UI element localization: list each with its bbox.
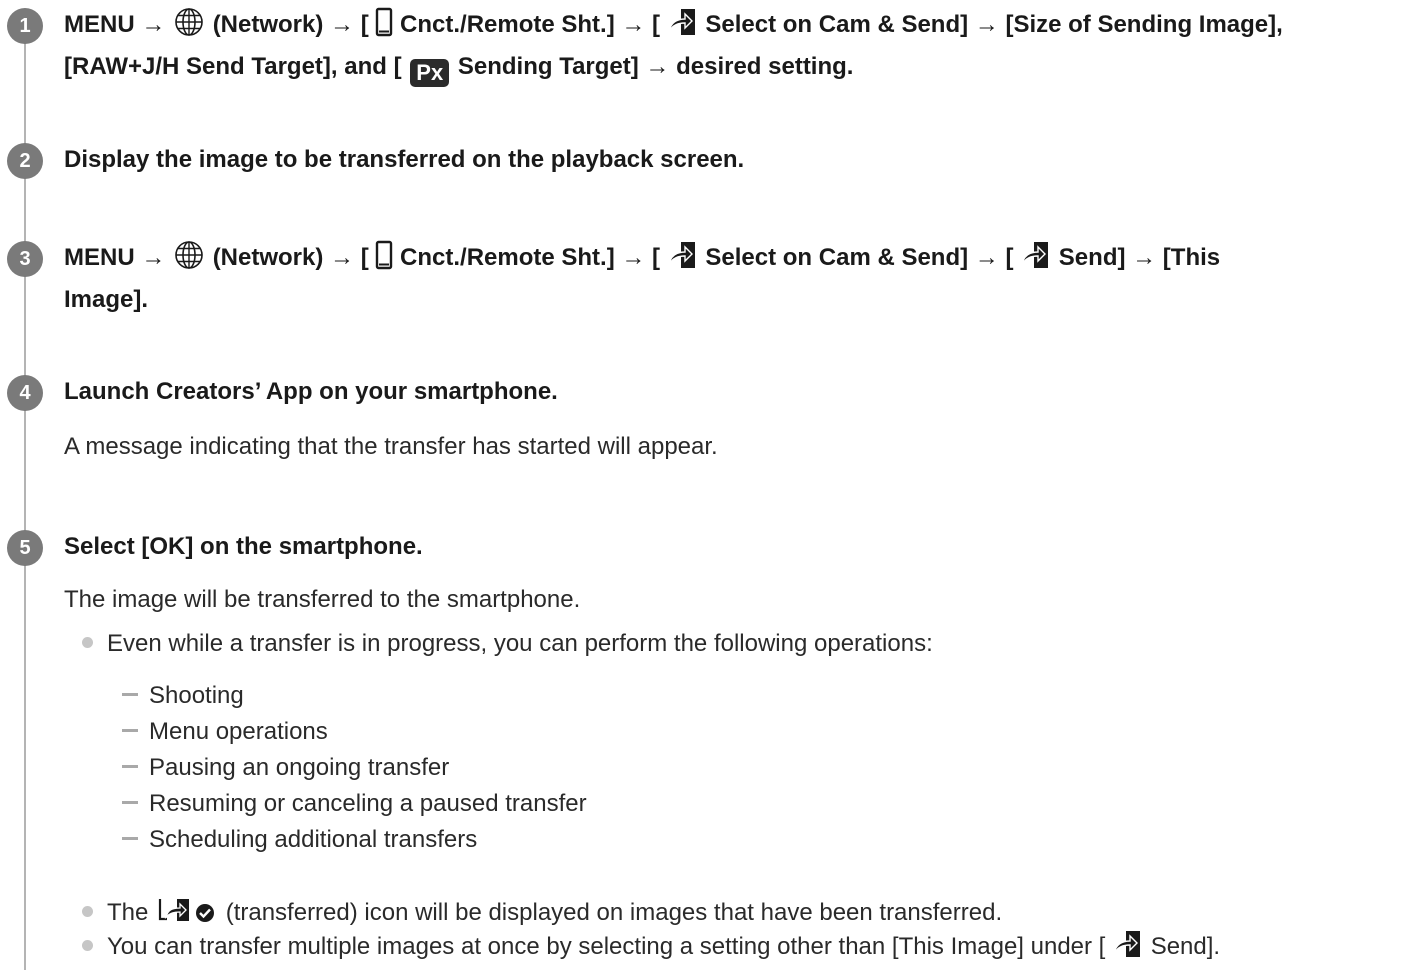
sub-list-item: Resuming or canceling a paused transfer [122, 789, 587, 819]
dash-icon [122, 765, 138, 768]
step-heading: MENU → (Network) → [ Cnct./Remote Sht.] … [64, 239, 1393, 318]
send-to-smartphone-icon [1112, 929, 1144, 967]
heading-text: (Network) → [ [212, 244, 369, 271]
heading-text: Sending Target] → desired setting. [457, 53, 854, 80]
sub-item-text: Resuming or canceling a paused transfer [149, 790, 587, 817]
globe-icon [172, 240, 206, 281]
step-heading: Display the image to be transferred on t… [64, 146, 745, 173]
dash-icon [122, 837, 138, 840]
sub-item-text: Shooting [149, 682, 244, 709]
send-to-smartphone-icon [1020, 240, 1052, 281]
bullet-dot-icon [82, 906, 93, 917]
step-heading: Launch Creators’ App on your smartphone. [64, 378, 558, 405]
heading-text: Cnct./Remote Sht.] → [ [400, 244, 661, 271]
bullet-text: (transferred) icon will be displayed on … [225, 899, 1003, 926]
heading-text: Image]. [64, 286, 149, 313]
sub-list-item: Pausing an ongoing transfer [122, 753, 449, 783]
send-to-smartphone-icon [667, 240, 699, 281]
bullet-dot-icon [82, 637, 93, 648]
step-number-badge: 2 [7, 143, 43, 179]
step-number-badge: 5 [7, 530, 43, 566]
bullet-text: Even while a transfer is in progress, yo… [107, 630, 933, 657]
send-to-smartphone-icon [667, 7, 699, 48]
bullet-text: You can transfer multiple images at once… [107, 933, 1106, 960]
sub-list-item: Scheduling additional transfers [122, 825, 477, 855]
heading-text: Select on Cam & Send] → [Size of Sending… [705, 11, 1283, 38]
px-badge-icon: Px [410, 59, 450, 87]
smartphone-icon [375, 7, 393, 48]
dash-icon [122, 693, 138, 696]
heading-text: Cnct./Remote Sht.] → [ [400, 11, 661, 38]
smartphone-icon [375, 240, 393, 281]
step-description: A message indicating that the transfer h… [64, 433, 718, 460]
bullet-text: The [107, 899, 149, 926]
transferred-check-icon [155, 895, 219, 933]
step-heading: Select [OK] on the smartphone. [64, 533, 423, 560]
heading-text: (Network) → [ [212, 11, 369, 38]
heading-text: [RAW+J/H Send Target], and [ [64, 53, 402, 80]
dash-icon [122, 801, 138, 804]
heading-text: Select on Cam & Send] → [ [705, 244, 1014, 271]
sub-list-item: Shooting [122, 681, 244, 711]
sub-item-text: Pausing an ongoing transfer [149, 754, 450, 781]
heading-text: Send] → [This [1058, 244, 1221, 271]
globe-icon [172, 7, 206, 48]
sub-item-text: Menu operations [149, 718, 328, 745]
step-heading: MENU → (Network) → [ Cnct./Remote Sht.] … [64, 6, 1393, 87]
step-description: The image will be transferred to the sma… [64, 586, 581, 613]
step-number-badge: 1 [7, 8, 43, 44]
heading-text: MENU → [64, 244, 166, 271]
bullet-text: Send]. [1150, 933, 1221, 960]
dash-icon [122, 729, 138, 732]
step-number-badge: 4 [7, 375, 43, 411]
bullet-dot-icon [82, 940, 93, 951]
step-number-badge: 3 [7, 241, 43, 277]
list-item: You can transfer multiple images at once… [82, 929, 1220, 967]
sub-list-item: Menu operations [122, 717, 328, 747]
sub-item-text: Scheduling additional transfers [149, 826, 478, 853]
list-item: Even while a transfer is in progress, yo… [82, 629, 933, 659]
heading-text: MENU → [64, 11, 166, 38]
list-item: The (transferred) icon will be displayed… [82, 895, 1002, 933]
